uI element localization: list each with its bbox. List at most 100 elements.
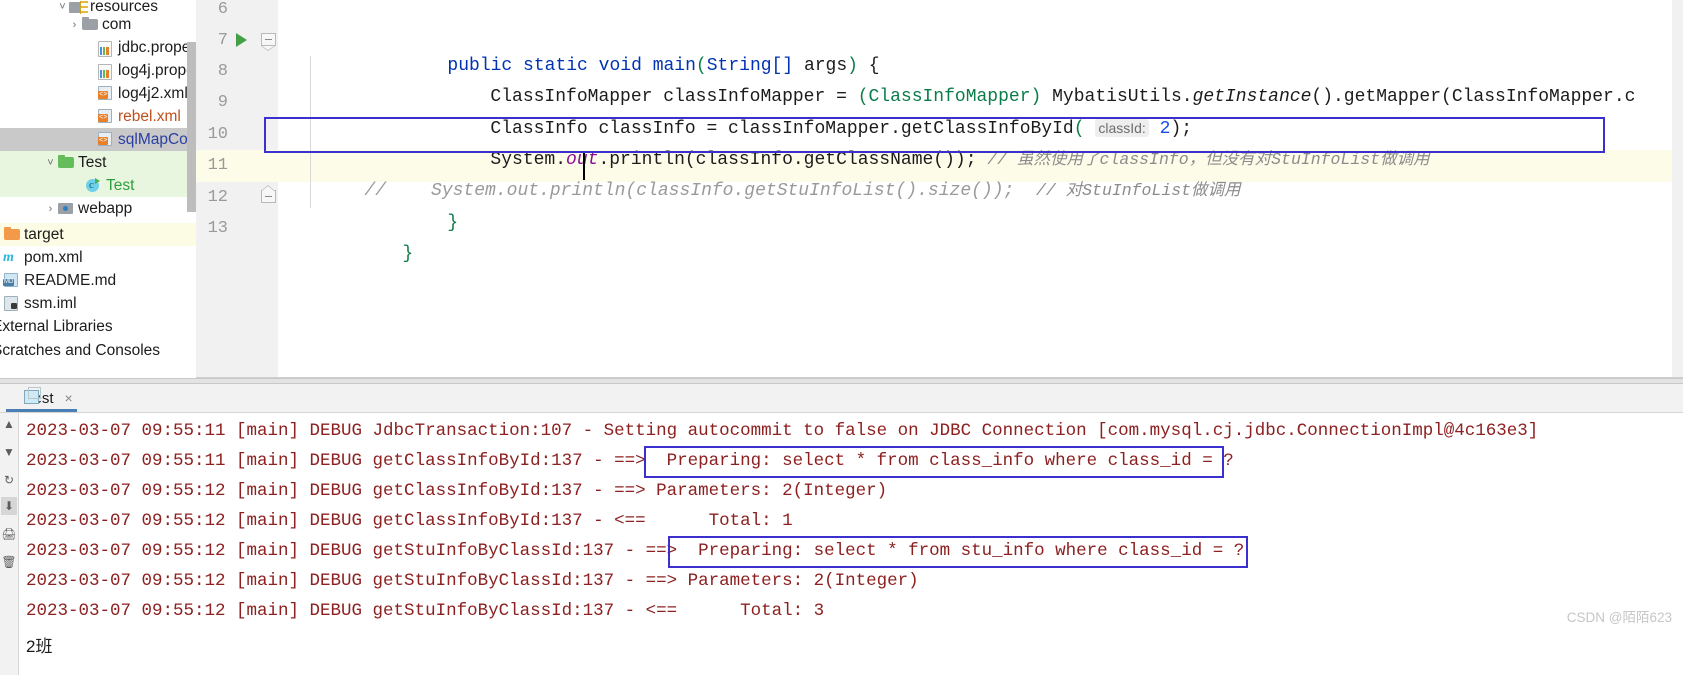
console-stdout-line: 2班 <box>26 637 53 656</box>
tree-item-label: webapp <box>78 199 133 217</box>
commented-code: System.out.println(classInfo.getStuInfoL… <box>431 181 1015 201</box>
annotation-box-preparing-stu-info <box>668 536 1248 568</box>
project-tree-scrollbar[interactable] <box>187 42 196 212</box>
java-class-icon <box>85 177 104 194</box>
indent-guide <box>310 56 311 208</box>
properties-file-icon <box>97 39 116 58</box>
clear-all-icon[interactable]: 🗑 <box>1 553 17 571</box>
editor-right-margin <box>1672 0 1683 378</box>
print-icon[interactable]: 🖨 <box>1 525 17 543</box>
console-log-line: 2023-03-07 09:55:12 [main] DEBUG getClas… <box>26 481 888 501</box>
webapp-folder-icon <box>57 200 76 217</box>
resources-folder-icon <box>69 0 88 14</box>
tab-run-test[interactable]: Test × <box>0 384 83 412</box>
run-tab-bar: Test × <box>0 384 1683 413</box>
console-output-area[interactable]: ▲ ▼ ↻ ⬇ 🖨 🗑 2023-03-07 09:55:11 [main] D… <box>0 413 1683 675</box>
iml-file-icon <box>3 295 22 312</box>
close-icon[interactable]: × <box>65 390 73 406</box>
console-log-line: 2023-03-07 09:55:12 [main] DEBUG getStuI… <box>26 571 919 591</box>
tree-item-webapp[interactable]: › webapp <box>0 197 196 220</box>
tree-item-external-libraries[interactable]: External Libraries <box>0 315 196 338</box>
tree-item-log4j-properties[interactable]: log4j.properties <box>0 59 196 82</box>
line-number: 12 <box>207 188 228 207</box>
run-method-icon[interactable] <box>236 33 247 47</box>
tree-item-resources[interactable]: ˅ resources <box>0 0 196 14</box>
tree-item-label: ssm.iml <box>24 294 77 312</box>
console-window-icon <box>24 387 41 404</box>
tree-item-target[interactable]: target <box>0 223 196 247</box>
tree-item-label: jdbc.properties <box>118 38 196 56</box>
tree-item-test-folder[interactable]: ˅ Test <box>0 151 196 175</box>
static-method-getinstance: getInstance <box>1192 87 1312 107</box>
line-number: 11 <box>207 156 228 175</box>
tree-item-com[interactable]: › com <box>0 13 196 36</box>
tree-item-label: log4j2.xml <box>118 84 188 102</box>
twisty-collapsed-icon[interactable]: › <box>68 19 81 31</box>
line-number: 9 <box>217 93 228 112</box>
tree-item-ssm-iml[interactable]: ssm.iml <box>0 292 196 315</box>
console-log-line: 2023-03-07 09:55:11 [main] DEBUG JdbcTra… <box>26 421 1539 441</box>
tree-item-sqlmapconfig-xml[interactable]: sqlMapConfig.xml <box>0 128 196 152</box>
tree-item-jdbc-properties[interactable]: jdbc.properties <box>0 36 196 59</box>
scroll-up-icon[interactable]: ▲ <box>1 415 17 433</box>
twisty-collapsed-icon[interactable]: › <box>44 203 57 215</box>
line-number: 8 <box>217 62 228 81</box>
run-tool-window: Test × ▲ ▼ ↻ ⬇ 🖨 🗑 2023-03-07 09:55:11 [… <box>0 384 1683 675</box>
tree-item-rebel-xml[interactable]: rebel.xml <box>0 105 196 128</box>
tree-item-label: Scratches and Consoles <box>0 341 161 359</box>
tree-item-label: rebel.xml <box>118 107 181 125</box>
fold-region-tail-icon <box>261 46 275 51</box>
code-line-13[interactable]: } <box>316 218 413 290</box>
twisty-expanded-icon[interactable]: ˅ <box>44 157 57 169</box>
console-log-line: 2023-03-07 09:55:12 [main] DEBUG getClas… <box>26 511 793 531</box>
text-caret <box>583 152 585 180</box>
fold-collapse-icon[interactable] <box>261 33 276 46</box>
line-number: 13 <box>207 219 228 238</box>
close-brace: } <box>402 244 414 264</box>
fold-region-head-icon <box>261 185 275 191</box>
ide-window: ˅ resources › com jdbc.properties log4j.… <box>0 0 1683 675</box>
fold-collapse-icon[interactable] <box>261 190 276 203</box>
console-log-line: 2023-03-07 09:55:12 [main] DEBUG getStuI… <box>26 601 825 621</box>
tree-item-label: log4j.properties <box>118 61 196 79</box>
line-number: 6 <box>217 0 228 19</box>
scroll-to-end-icon[interactable]: ⬇ <box>1 497 17 515</box>
editor-bottom-border <box>196 377 1683 378</box>
xml-file-icon <box>97 85 116 102</box>
tree-item-label: target <box>24 225 64 243</box>
project-tree-panel[interactable]: ˅ resources › com jdbc.properties log4j.… <box>0 0 196 378</box>
folder-icon <box>81 16 100 33</box>
tree-item-scratches-and-consoles[interactable]: Scratches and Consoles <box>0 339 196 362</box>
watermark: CSDN @陌陌623 <box>1566 610 1672 625</box>
close-brace: } <box>447 213 459 233</box>
tree-item-label: README.md <box>24 271 117 289</box>
scroll-down-icon[interactable]: ▼ <box>1 443 17 461</box>
properties-file-icon <box>97 62 116 81</box>
tree-item-label: Test <box>106 176 135 194</box>
tree-item-label: Test <box>78 153 107 171</box>
folder-green-icon <box>57 154 76 171</box>
folder-orange-icon <box>3 226 22 243</box>
tree-item-label: sqlMapConfig.xml <box>118 130 196 148</box>
console-toolbar: ▲ ▼ ↻ ⬇ 🖨 🗑 <box>0 413 19 675</box>
code-text: ().getMapper(ClassInfoMapper.c <box>1311 87 1636 107</box>
line-number: 10 <box>207 125 228 144</box>
tree-item-label: pom.xml <box>24 248 83 266</box>
tree-item-label: com <box>102 15 132 33</box>
tree-item-test-class[interactable]: Test <box>0 174 196 198</box>
maven-pom-icon: m <box>3 250 14 266</box>
xml-file-icon <box>97 131 116 148</box>
tree-item-label: External Libraries <box>0 317 113 335</box>
tree-item-label: resources <box>90 0 159 14</box>
annotation-box-preparing-class-info <box>644 446 1224 478</box>
markdown-file-icon <box>3 272 22 289</box>
tree-item-log4j2-xml[interactable]: log4j2.xml <box>0 82 196 105</box>
xml-file-icon <box>97 108 116 125</box>
top-area: ˅ resources › com jdbc.properties log4j.… <box>0 0 1683 378</box>
rerun-icon[interactable]: ↻ <box>1 471 17 489</box>
twisty-expanded-icon[interactable]: ˅ <box>56 1 69 13</box>
tree-item-pom-xml[interactable]: m pom.xml <box>0 246 196 269</box>
inline-comment: // 对StuInfoList做调用 <box>1035 181 1241 200</box>
tree-item-readme-md[interactable]: README.md <box>0 269 196 292</box>
code-editor[interactable]: 6 7 8 9 10 11 12 13 public static void m… <box>196 0 1683 378</box>
